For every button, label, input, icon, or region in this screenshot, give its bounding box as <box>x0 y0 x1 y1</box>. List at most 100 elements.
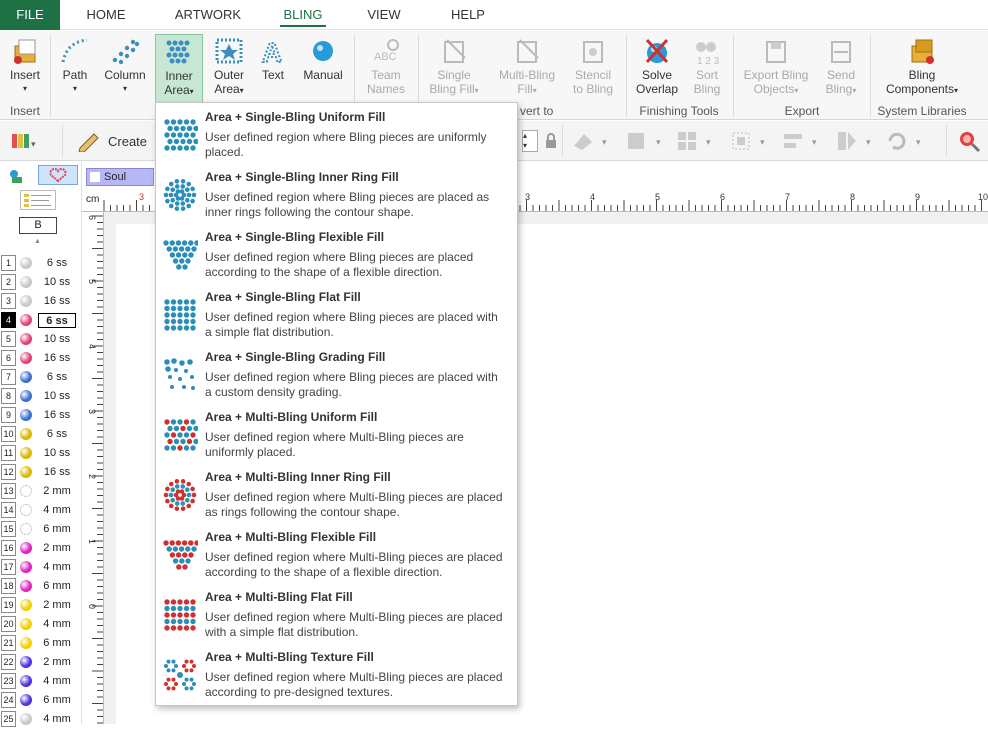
toolbar-divider <box>562 125 563 157</box>
palette-row[interactable]: 20 4 mm <box>0 615 82 634</box>
palette-size-label: 16 ss <box>43 409 71 421</box>
dropdown-item[interactable]: Area + Single-Bling Flexible Fill User d… <box>156 225 517 285</box>
transform-icon[interactable]: ▾ <box>836 129 876 153</box>
inner-area-button[interactable]: Inner Area▾ <box>155 34 203 104</box>
tab-help[interactable]: HELP <box>448 0 488 30</box>
grid-icon[interactable]: ▾ <box>676 129 716 153</box>
palette-index: 3 <box>1 293 16 309</box>
palette-row[interactable]: 2 10 ss <box>0 273 82 292</box>
multi-bling-fill-button[interactable]: Multi-Bling Fill▾ <box>492 34 562 104</box>
palette-index: 25 <box>1 711 16 727</box>
scroll-up-icon[interactable]: ▲ <box>34 238 41 245</box>
stencil-to-bling-button[interactable]: Stencil to Bling <box>568 34 618 104</box>
dropdown-item[interactable]: Area + Multi-Bling Uniform Fill User def… <box>156 405 517 465</box>
palette-row[interactable]: 17 4 mm <box>0 558 82 577</box>
rotate-icon[interactable]: ▾ <box>886 129 926 153</box>
distribute-icon[interactable]: ▾ <box>782 129 822 153</box>
color-palette-icon[interactable]: ▾ <box>10 129 38 153</box>
dropdown-item[interactable]: Area + Multi-Bling Inner Ring Fill User … <box>156 465 517 525</box>
palette-row[interactable]: 5 10 ss <box>0 330 82 349</box>
palette-row[interactable]: 7 6 ss <box>0 368 82 387</box>
dropdown-item[interactable]: Area + Single-Bling Grading Fill User de… <box>156 345 517 405</box>
palette-row[interactable]: 25 4 mm <box>0 710 82 729</box>
bling-swatch-icon <box>20 409 32 421</box>
flexible-fill-icon <box>163 240 198 270</box>
arrange-icon[interactable]: ▾ <box>572 129 612 153</box>
svg-text:▾: ▾ <box>812 137 817 147</box>
dropdown-item[interactable]: Area + Single-Bling Uniform Fill User de… <box>156 105 517 165</box>
palette-row[interactable]: 11 10 ss <box>0 444 82 463</box>
sort-bling-button[interactable]: 1 2 3 Sort Bling <box>686 34 728 104</box>
palette-row[interactable]: 6 16 ss <box>0 349 82 368</box>
column-icon <box>112 39 140 65</box>
palette-size-label: 6 ss <box>38 313 76 328</box>
align-icon[interactable]: ▾ <box>626 129 666 153</box>
palette-row[interactable]: 19 2 mm <box>0 596 82 615</box>
dropdown-item-title: Area + Multi-Bling Uniform Fill <box>205 410 378 424</box>
heart-bling-tab[interactable] <box>38 165 78 185</box>
insert-button[interactable]: Insert ▾ <box>4 34 46 104</box>
bling-components-button[interactable]: Bling Components▾ <box>876 34 968 104</box>
palette-row[interactable]: 1 6 ss <box>0 254 82 273</box>
dropdown-item[interactable]: Area + Multi-Bling Texture Fill User def… <box>156 645 517 705</box>
palette-thumbnail[interactable] <box>20 190 56 210</box>
path-button[interactable]: Path ▾ <box>55 34 95 104</box>
outer-area-button[interactable]: Outer Area▾ <box>208 34 250 104</box>
dropdown-item[interactable]: Area + Single-Bling Inner Ring Fill User… <box>156 165 517 225</box>
dropdown-item-title: Area + Multi-Bling Flat Fill <box>205 590 353 604</box>
export-bling-objects-button[interactable]: Export Bling Objects▾ <box>740 34 812 104</box>
palette-row[interactable]: 10 6 ss <box>0 425 82 444</box>
manual-button[interactable]: Manual <box>300 34 346 104</box>
single-bling-fill-button[interactable]: Single Bling Fill▾ <box>424 34 484 104</box>
palette-row[interactable]: 3 16 ss <box>0 292 82 311</box>
palette-row[interactable]: 15 6 mm <box>0 520 82 539</box>
dropdown-item[interactable]: Area + Single-Bling Flat Fill User defin… <box>156 285 517 345</box>
tab-home[interactable]: HOME <box>80 0 132 30</box>
palette-row[interactable]: 8 10 ss <box>0 387 82 406</box>
group-icon[interactable]: ▾ <box>730 129 770 153</box>
column-button[interactable]: Column ▾ <box>101 34 149 104</box>
shapes-icon[interactable] <box>8 168 28 187</box>
palette-index: 4 <box>1 312 16 328</box>
solve-overlap-button[interactable]: Solve Overlap <box>632 34 682 104</box>
soul-tab[interactable]: Soul <box>86 168 154 186</box>
stencil-icon <box>583 41 603 63</box>
team-names-button[interactable]: ABC Team Names <box>362 34 410 104</box>
ruler-label: 0 <box>87 604 97 609</box>
palette-row[interactable]: 13 2 mm <box>0 482 82 501</box>
palette-size-label: 4 mm <box>43 713 71 725</box>
palette-row[interactable]: 24 6 mm <box>0 691 82 710</box>
ruler-label: 4 <box>87 344 97 349</box>
send-bling-button[interactable]: Send Bling▾ <box>818 34 864 104</box>
dropdown-item[interactable]: Area + Multi-Bling Flat Fill User define… <box>156 585 517 645</box>
create-button[interactable]: Create <box>76 129 147 153</box>
palette-row[interactable]: 9 16 ss <box>0 406 82 425</box>
ruler-label: 2 <box>87 474 97 479</box>
palette-row[interactable]: 18 6 mm <box>0 577 82 596</box>
palette-size-label: 4 mm <box>43 561 71 573</box>
bling-swatch-icon <box>20 675 32 687</box>
text-button[interactable]: A Text <box>256 34 290 104</box>
lock-icon[interactable] <box>544 129 558 153</box>
document-icon <box>90 172 100 182</box>
palette-row[interactable]: 22 2 mm <box>0 653 82 672</box>
tab-bling[interactable]: BLING <box>276 0 330 30</box>
dropdown-item[interactable]: Area + Multi-Bling Flexible Fill User de… <box>156 525 517 585</box>
tab-artwork[interactable]: ARTWORK <box>174 0 242 30</box>
file-tab[interactable]: FILE <box>0 0 60 30</box>
spin-control[interactable]: ▴ ▾ <box>522 130 538 152</box>
palette-name-field[interactable]: B <box>19 217 57 234</box>
tab-view[interactable]: VIEW <box>362 0 406 30</box>
palette-row[interactable]: 14 4 mm <box>0 501 82 520</box>
palette-row[interactable]: 16 2 mm <box>0 539 82 558</box>
zoom-icon[interactable] <box>958 129 980 153</box>
inner-ring-fill-icon <box>163 179 197 211</box>
palette-row[interactable]: 23 4 mm <box>0 672 82 691</box>
svg-text:ABC: ABC <box>374 51 397 63</box>
dropdown-item-title: Area + Single-Bling Flat Fill <box>205 290 361 304</box>
dropdown-item-description: User defined region where Bling pieces a… <box>205 190 490 219</box>
solve-overlap-icon <box>645 38 669 64</box>
palette-row[interactable]: 4 6 ss <box>0 311 82 330</box>
palette-row[interactable]: 21 6 mm <box>0 634 82 653</box>
palette-row[interactable]: 12 16 ss <box>0 463 82 482</box>
